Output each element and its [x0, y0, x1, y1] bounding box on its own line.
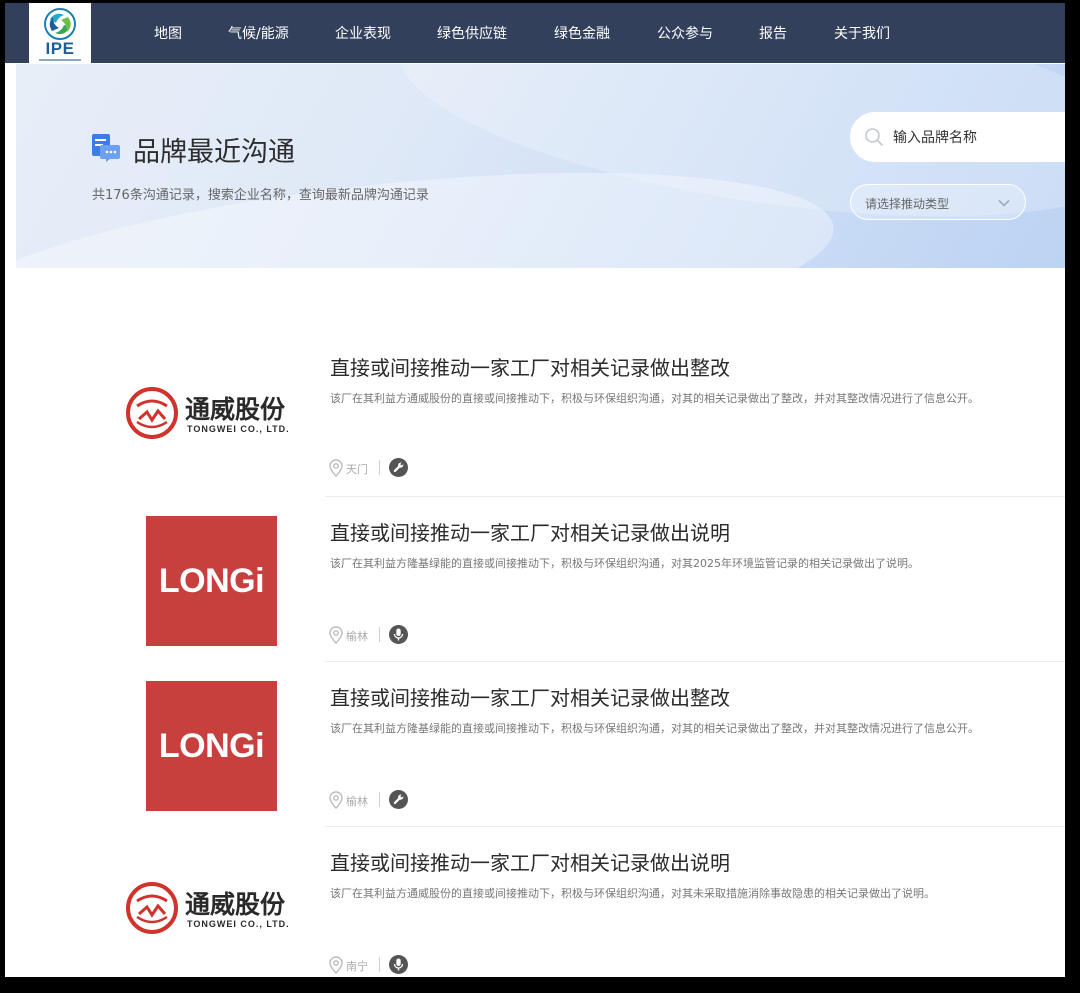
- longi-logo-text: LONGi: [158, 562, 265, 600]
- chevron-down-icon: [998, 199, 1010, 207]
- record-item[interactable]: 通威股份 TONGWEI CO., LTD. 直接或间接推动一家工厂对相关记录做…: [5, 827, 1065, 977]
- page-title: 品牌最近沟通: [133, 137, 295, 168]
- record-description: 该厂在其利益方隆基绿能的直接或间接推动下，积极与环保组织沟通，对其的相关记录做出…: [330, 722, 979, 735]
- tongwei-seal-icon: [126, 387, 178, 439]
- meta-divider: [379, 460, 380, 475]
- longi-logo-text: LONGi: [158, 727, 265, 765]
- meta-divider: [379, 792, 380, 807]
- location-pin-icon: [329, 626, 343, 644]
- record-item[interactable]: LONGi 直接或间接推动一家工厂对相关记录做出整改 该厂在其利益方隆基绿能的直…: [5, 662, 1065, 827]
- page-frame: IPE 地图 气候/能源 企业表现 绿色供应链 绿色金融 公众参与 报告 关于我…: [5, 3, 1065, 977]
- nav-item-map[interactable]: 地图: [154, 23, 182, 43]
- page-subtitle: 共176条沟通记录，搜索企业名称，查询最新品牌沟通记录: [92, 188, 429, 203]
- record-city: 南宁: [346, 960, 368, 973]
- record-item[interactable]: 通威股份 TONGWEI CO., LTD. 直接或间接推动一家工厂对相关记录做…: [5, 332, 1065, 497]
- nav-item-corporate-performance[interactable]: 企业表现: [335, 23, 391, 43]
- tongwei-name-cn: 通威股份: [185, 395, 286, 424]
- record-item[interactable]: LONGi 直接或间接推动一家工厂对相关记录做出说明 该厂在其利益方隆基绿能的直…: [5, 497, 1065, 662]
- tongwei-seal-icon: [126, 882, 178, 934]
- top-nav: IPE 地图 气候/能源 企业表现 绿色供应链 绿色金融 公众参与 报告 关于我…: [5, 3, 1065, 67]
- microphone-icon: [389, 955, 408, 974]
- record-description: 该厂在其利益方通威股份的直接或间接推动下，积极与环保组织沟通，对其的相关记录做出…: [330, 392, 979, 405]
- record-description: 该厂在其利益方隆基绿能的直接或间接推动下，积极与环保组织沟通，对其2025年环境…: [330, 557, 919, 570]
- tongwei-name-en: TONGWEI CO., LTD.: [187, 919, 290, 929]
- nav-item-reports[interactable]: 报告: [759, 23, 787, 43]
- location-pin-icon: [329, 791, 343, 809]
- nav-item-public-participation[interactable]: 公众参与: [657, 23, 713, 43]
- record-city: 榆林: [346, 630, 368, 643]
- nav-item-climate-energy[interactable]: 气候/能源: [228, 23, 289, 43]
- nav-item-about-us[interactable]: 关于我们: [834, 23, 890, 43]
- record-title[interactable]: 直接或间接推动一家工厂对相关记录做出说明: [330, 517, 730, 546]
- brand-search-box: [850, 112, 1065, 162]
- nav-menu: 地图 气候/能源 企业表现 绿色供应链 绿色金融 公众参与 报告 关于我们: [5, 3, 1065, 63]
- location-pin-icon: [329, 956, 343, 974]
- push-type-select[interactable]: 请选择推动类型: [850, 184, 1026, 220]
- longi-logo: LONGi: [146, 681, 277, 811]
- meta-divider: [379, 627, 380, 642]
- microphone-icon: [389, 625, 408, 644]
- wrench-icon: [389, 790, 408, 809]
- wrench-icon: [389, 458, 408, 477]
- record-title[interactable]: 直接或间接推动一家工厂对相关记录做出整改: [330, 352, 730, 381]
- longi-logo: LONGi: [146, 516, 277, 646]
- nav-item-green-finance[interactable]: 绿色金融: [554, 23, 610, 43]
- tongwei-logo: 通威股份 TONGWEI CO., LTD.: [125, 386, 305, 446]
- communication-record-list: 通威股份 TONGWEI CO., LTD. 直接或间接推动一家工厂对相关记录做…: [5, 268, 1065, 977]
- record-description: 该厂在其利益方通威股份的直接或间接推动下，积极与环保组织沟通，对其未采取措施消除…: [330, 887, 935, 900]
- meta-divider: [379, 957, 380, 972]
- tongwei-logo: 通威股份 TONGWEI CO., LTD.: [125, 881, 305, 941]
- tongwei-name-en: TONGWEI CO., LTD.: [187, 424, 290, 434]
- record-title[interactable]: 直接或间接推动一家工厂对相关记录做出整改: [330, 682, 730, 711]
- nav-item-green-supply-chain[interactable]: 绿色供应链: [437, 23, 507, 43]
- chat-document-icon: [92, 134, 120, 162]
- record-title[interactable]: 直接或间接推动一家工厂对相关记录做出说明: [330, 847, 730, 876]
- record-city: 榆林: [346, 795, 368, 808]
- tongwei-name-cn: 通威股份: [185, 890, 286, 919]
- location-pin-icon: [329, 459, 343, 477]
- brand-search-input[interactable]: [893, 127, 1063, 149]
- search-icon[interactable]: [864, 127, 884, 147]
- hero-banner: 品牌最近沟通 共176条沟通记录，搜索企业名称，查询最新品牌沟通记录 请选择推动…: [16, 64, 1065, 268]
- push-type-select-label: 请选择推动类型: [865, 197, 950, 211]
- record-city: 天门: [346, 463, 368, 476]
